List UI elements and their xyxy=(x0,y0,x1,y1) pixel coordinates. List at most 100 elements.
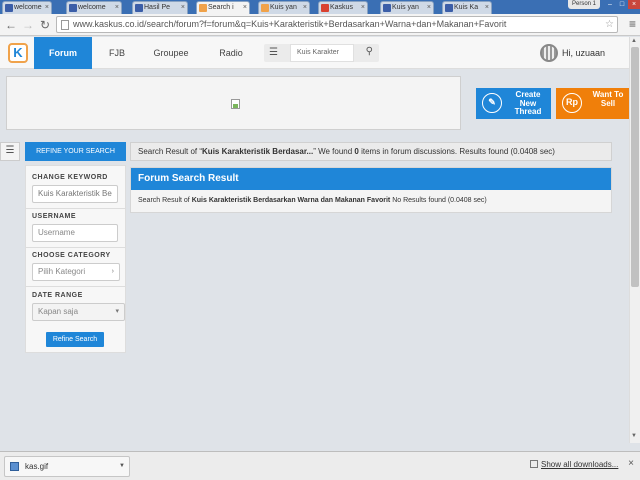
tab-close-icon[interactable]: × xyxy=(45,2,49,14)
tab-label: welcome xyxy=(14,4,42,11)
tab-favicon-icon xyxy=(261,4,269,12)
close-window-icon[interactable]: × xyxy=(628,0,640,9)
category-label: CHOOSE CATEGORY xyxy=(32,252,111,259)
nav-tab-radio[interactable]: Radio xyxy=(212,37,250,69)
tab-favicon-icon xyxy=(199,4,207,12)
scroll-down-icon[interactable]: ▼ xyxy=(631,433,637,439)
download-icon xyxy=(530,460,538,468)
tab-close-icon[interactable]: × xyxy=(115,2,119,14)
download-shelf: kas.gif ▼ Show all downloads... × xyxy=(0,451,640,480)
avatar[interactable] xyxy=(540,44,558,62)
browser-toolbar: ← → ↻ www.kaskus.co.id/search/forum?f=fo… xyxy=(0,14,640,36)
search-summary: Search Result of “Kuis Karakteristik Ber… xyxy=(130,142,612,161)
maximize-icon[interactable]: □ xyxy=(616,0,628,9)
tab-favicon-icon xyxy=(445,4,453,12)
browser-tab[interactable]: Kaskus × xyxy=(318,1,368,14)
nav-tab-forum[interactable]: Forum xyxy=(34,37,92,69)
sidebar-toggle-icon[interactable]: ☰ xyxy=(0,142,20,161)
summary-middle: ” We found xyxy=(313,147,355,156)
download-filename: kas.gif xyxy=(25,462,49,471)
tab-close-icon[interactable]: × xyxy=(361,2,365,14)
tab-label: welcome xyxy=(78,4,106,11)
browser-tab[interactable]: Kuis yan × xyxy=(380,1,434,14)
summary-prefix: Search Result of “ xyxy=(138,147,203,156)
result-text: Search Result of Kuis Karakteristik Berd… xyxy=(138,197,487,204)
close-icon[interactable]: × xyxy=(628,458,634,469)
chevron-down-icon[interactable]: ▼ xyxy=(119,457,125,476)
summary-suffix: items in forum discussions. Results foun… xyxy=(358,147,555,156)
category-select[interactable]: Pilih Kategori › xyxy=(32,263,120,281)
refine-panel: CHANGE KEYWORD Kuis Karakteristik Be USE… xyxy=(25,165,126,353)
create-thread-button[interactable]: ✎ Create New Thread xyxy=(476,88,551,119)
address-bar[interactable]: www.kaskus.co.id/search/forum?f=forum&q=… xyxy=(56,16,618,33)
tab-label: Hasil Pe xyxy=(144,4,171,11)
chevron-right-icon: › xyxy=(111,268,114,275)
tab-label: Kuis yan xyxy=(270,4,297,11)
category-value: Pilih Kategori xyxy=(38,267,86,276)
date-range-select[interactable]: Kapan saja ▾ xyxy=(32,303,125,321)
list-icon[interactable]: ☰ xyxy=(269,47,278,58)
forum-search-result: Forum Search Result Search Result of Kui… xyxy=(130,167,612,213)
nav-tab-fjb[interactable]: FJB xyxy=(98,37,136,69)
result-query: Kuis Karakteristik Berdasarkan Warna dan… xyxy=(191,197,391,204)
forward-arrow-icon[interactable]: → xyxy=(20,17,36,33)
tab-label: Kaskus xyxy=(330,4,353,11)
tab-favicon-icon xyxy=(135,4,143,12)
back-arrow-icon[interactable]: ← xyxy=(3,17,19,33)
download-item[interactable]: kas.gif ▼ xyxy=(4,456,130,477)
nav-tab-groupee[interactable]: Groupee xyxy=(145,37,197,69)
page-scrollbar[interactable]: ▲ ▼ xyxy=(629,37,640,443)
tab-favicon-icon xyxy=(383,4,391,12)
refine-search-button[interactable]: Refine Search xyxy=(46,332,104,347)
browser-tab[interactable]: Kuis Ka × xyxy=(442,1,492,14)
show-all-downloads-link[interactable]: Show all downloads... xyxy=(530,460,618,469)
date-range-label: DATE RANGE xyxy=(32,292,83,299)
username-input[interactable]: Username xyxy=(32,224,118,242)
rupiah-icon: Rp xyxy=(562,93,582,113)
browser-tab[interactable]: welcome × xyxy=(66,1,122,14)
tab-close-icon[interactable]: × xyxy=(303,2,307,14)
chrome-menu-icon[interactable]: ≡ xyxy=(629,18,636,30)
keyword-label: CHANGE KEYWORD xyxy=(32,174,108,181)
search-input[interactable]: Kuis Karakter xyxy=(290,44,354,62)
scroll-thumb[interactable] xyxy=(631,47,639,287)
bookmark-star-icon[interactable]: ☆ xyxy=(605,17,614,32)
result-suffix: No Results found (0.0408 sec) xyxy=(390,197,487,204)
pencil-icon: ✎ xyxy=(482,93,502,113)
site-header: K Forum FJB Groupee Radio ☰ Kuis Karakte… xyxy=(0,37,629,69)
browser-tab-active[interactable]: Search i × xyxy=(196,1,250,14)
tab-favicon-icon xyxy=(321,4,329,12)
divider xyxy=(26,208,125,209)
image-file-icon xyxy=(10,462,19,471)
ad-banner xyxy=(6,76,461,130)
refine-search-header: REFINE YOUR SEARCH xyxy=(25,142,126,161)
summary-query: Kuis Karakteristik Berdasar... xyxy=(202,147,314,156)
scroll-up-icon[interactable]: ▲ xyxy=(631,38,637,44)
tab-close-icon[interactable]: × xyxy=(181,2,185,14)
reload-icon[interactable]: ↻ xyxy=(37,17,53,33)
tab-close-icon[interactable]: × xyxy=(427,2,431,14)
username-label: USERNAME xyxy=(32,213,77,220)
tab-close-icon[interactable]: × xyxy=(243,2,247,14)
chevron-down-icon: ▾ xyxy=(115,308,119,315)
tab-label: Kuis Ka xyxy=(454,4,479,11)
tab-label: Search i xyxy=(208,4,234,11)
result-prefix: Search Result of xyxy=(138,197,192,204)
url-text: www.kaskus.co.id/search/forum?f=forum&q=… xyxy=(73,19,507,29)
show-all-label: Show all downloads... xyxy=(541,460,619,469)
profile-button[interactable]: Person 1 xyxy=(567,0,600,9)
browser-tab[interactable]: welcome × xyxy=(2,1,52,14)
tab-close-icon[interactable]: × xyxy=(485,2,489,14)
keyword-input[interactable]: Kuis Karakteristik Be xyxy=(32,185,118,203)
minimize-icon[interactable]: – xyxy=(604,0,616,9)
browser-tab-strip: welcome × welcome × Hasil Pe × Search i … xyxy=(0,0,640,14)
divider xyxy=(26,247,125,248)
browser-tab[interactable]: Hasil Pe × xyxy=(132,1,188,14)
want-to-sell-button[interactable]: Rp Want To Sell xyxy=(556,88,630,119)
kaskus-logo[interactable]: K xyxy=(8,43,28,63)
tab-favicon-icon xyxy=(5,4,13,12)
broken-image-icon xyxy=(231,99,240,109)
search-icon[interactable]: ⚲ xyxy=(366,46,373,57)
user-greeting[interactable]: Hi, uzuaan xyxy=(562,37,605,69)
browser-tab[interactable]: Kuis yan × xyxy=(258,1,310,14)
